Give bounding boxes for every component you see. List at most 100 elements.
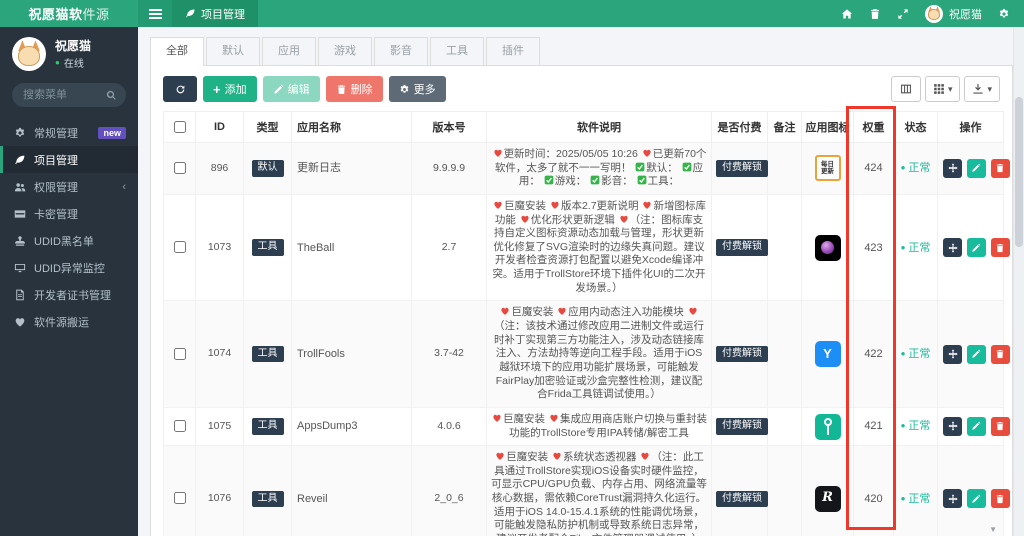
gear-icon	[399, 84, 410, 95]
cell-actions	[937, 300, 1010, 408]
row-checkbox[interactable]	[173, 347, 186, 360]
cell-status: ● 正常	[893, 445, 938, 536]
row-edit-button[interactable]	[966, 416, 986, 436]
hamburger-icon	[148, 8, 162, 19]
more-button[interactable]: 更多	[388, 76, 446, 102]
column-header-应用图标: 应用图标	[801, 111, 854, 143]
cell-id: 896	[195, 142, 244, 195]
cell-weight: 420	[853, 445, 894, 536]
sidebar-item-项目管理[interactable]: 项目管理	[0, 146, 138, 173]
move-button[interactable]	[943, 489, 962, 509]
cell-weight: 422	[853, 300, 894, 408]
status-dot-icon: ●	[900, 493, 906, 503]
toggle-columns-button[interactable]	[890, 76, 921, 102]
content-tab-游戏[interactable]: 游戏	[318, 37, 372, 65]
sidebar-item-UDID黑名单[interactable]: UDID黑名单	[0, 227, 138, 254]
row-edit-button[interactable]	[966, 489, 986, 509]
move-button[interactable]	[943, 344, 962, 364]
status-dot-icon: ●	[900, 163, 906, 173]
topbar-tab-project-management[interactable]: 项目管理	[172, 0, 258, 27]
export-button[interactable]: ▾	[964, 76, 1000, 102]
row-edit-button[interactable]	[966, 238, 986, 258]
sidebar-item-开发者证书管理[interactable]: 开发者证书管理	[0, 281, 138, 308]
fullscreen-icon	[897, 8, 909, 20]
home-button[interactable]	[841, 8, 853, 20]
row-edit-button[interactable]	[966, 344, 986, 364]
sidebar-item-label: 常规管理	[34, 127, 78, 140]
scrollbar-thumb[interactable]	[1015, 97, 1023, 247]
content-tab-插件[interactable]: 插件	[486, 37, 540, 65]
sidebar-menu: 常规管理 new 项目管理 权限管理 ‹ 卡密管理 UDID黑名单 UDID异常监控开发者证书…	[0, 119, 138, 335]
row-checkbox[interactable]	[173, 419, 186, 432]
stamp-icon	[14, 235, 26, 247]
pencil-icon	[971, 494, 981, 504]
select-all-header	[163, 111, 196, 143]
select-all-checkbox[interactable]	[173, 121, 186, 134]
move-icon	[948, 421, 958, 431]
clear-cache-button[interactable]	[869, 8, 881, 20]
cell-note	[767, 142, 802, 195]
sidebar-item-软件源搬运[interactable]: 软件源搬运	[0, 308, 138, 335]
move-icon	[948, 163, 958, 173]
leaf-icon	[185, 8, 196, 19]
sidebar-item-常规管理[interactable]: 常规管理 new	[0, 119, 138, 146]
export-icon	[972, 83, 984, 95]
trash-icon	[995, 421, 1005, 431]
page-scrollbar[interactable]	[1013, 27, 1024, 536]
row-checkbox[interactable]	[173, 161, 186, 174]
caret-down-icon: ▾	[987, 83, 992, 94]
column-header-版本号: 版本号	[411, 111, 487, 143]
row-checkbox[interactable]	[173, 241, 186, 254]
content-tab-默认[interactable]: 默认	[206, 37, 260, 65]
column-header-状态: 状态	[893, 111, 938, 143]
cell-note	[767, 406, 802, 447]
cell-status: ● 正常	[893, 406, 938, 447]
sidebar-toggle-button[interactable]	[138, 0, 172, 27]
users-icon	[14, 181, 26, 193]
user-menu[interactable]: 祝愿猫	[925, 4, 982, 23]
table-header-row: ID 类型 应用名称 版本号 软件说明 是否付费 备注 应用图标 权重 状态 操作	[163, 111, 1004, 143]
move-button[interactable]	[943, 416, 962, 436]
cell-description: 巨魔安装 应用内动态注入功能模块 （注：该技术通过修改应用二进制文件或运行时补丁…	[486, 300, 712, 408]
scroll-hint-icon: ▼	[989, 525, 997, 534]
view-options: ▾ ▾	[890, 76, 1000, 102]
content-tab-影音[interactable]: 影音	[374, 37, 428, 65]
cell-status: ● 正常	[893, 142, 938, 195]
delete-button[interactable]: 删除	[325, 76, 383, 102]
content-tab-应用[interactable]: 应用	[262, 37, 316, 65]
row-checkbox[interactable]	[173, 492, 186, 505]
cell-note	[767, 445, 802, 536]
cell-status: ● 正常	[893, 300, 938, 408]
cell-app-name: AppsDump3	[291, 406, 412, 447]
search-icon	[105, 89, 117, 101]
avatar	[925, 4, 943, 23]
fullscreen-button[interactable]	[897, 8, 909, 20]
trash-icon	[995, 163, 1005, 173]
row-delete-button[interactable]	[990, 344, 1010, 364]
settings-button[interactable]	[998, 8, 1010, 20]
brand-title: 祝愿猫软 件源	[0, 0, 138, 27]
cell-version: 2.7	[411, 193, 487, 302]
sidebar-item-UDID异常监控[interactable]: UDID异常监控	[0, 254, 138, 281]
content-tab-全部[interactable]: 全部	[150, 37, 204, 66]
card-icon	[14, 208, 26, 220]
row-edit-button[interactable]	[966, 158, 986, 178]
sidebar-item-卡密管理[interactable]: 卡密管理	[0, 200, 138, 227]
move-button[interactable]	[943, 158, 962, 178]
move-icon	[948, 494, 958, 504]
content-tab-工具[interactable]: 工具	[430, 37, 484, 65]
edit-button[interactable]: 编辑	[262, 76, 320, 102]
row-delete-button[interactable]	[990, 238, 1010, 258]
cell-app-name: 更新日志	[291, 142, 412, 195]
cell-description: 巨魔安装 系统状态透视器 （注：此工具通过TrollStore实现iOS设备实时…	[486, 445, 712, 536]
grid-view-button[interactable]: ▾	[924, 76, 961, 102]
row-delete-button[interactable]	[990, 489, 1010, 509]
cell-id: 1075	[195, 406, 244, 447]
move-button[interactable]	[943, 238, 962, 258]
row-delete-button[interactable]	[990, 416, 1010, 436]
add-button[interactable]: + 添加	[203, 76, 257, 102]
sidebar-item-label: 开发者证书管理	[34, 289, 111, 302]
sidebar-item-权限管理[interactable]: 权限管理 ‹	[0, 173, 138, 200]
refresh-button[interactable]	[163, 76, 197, 102]
row-delete-button[interactable]	[990, 158, 1010, 178]
